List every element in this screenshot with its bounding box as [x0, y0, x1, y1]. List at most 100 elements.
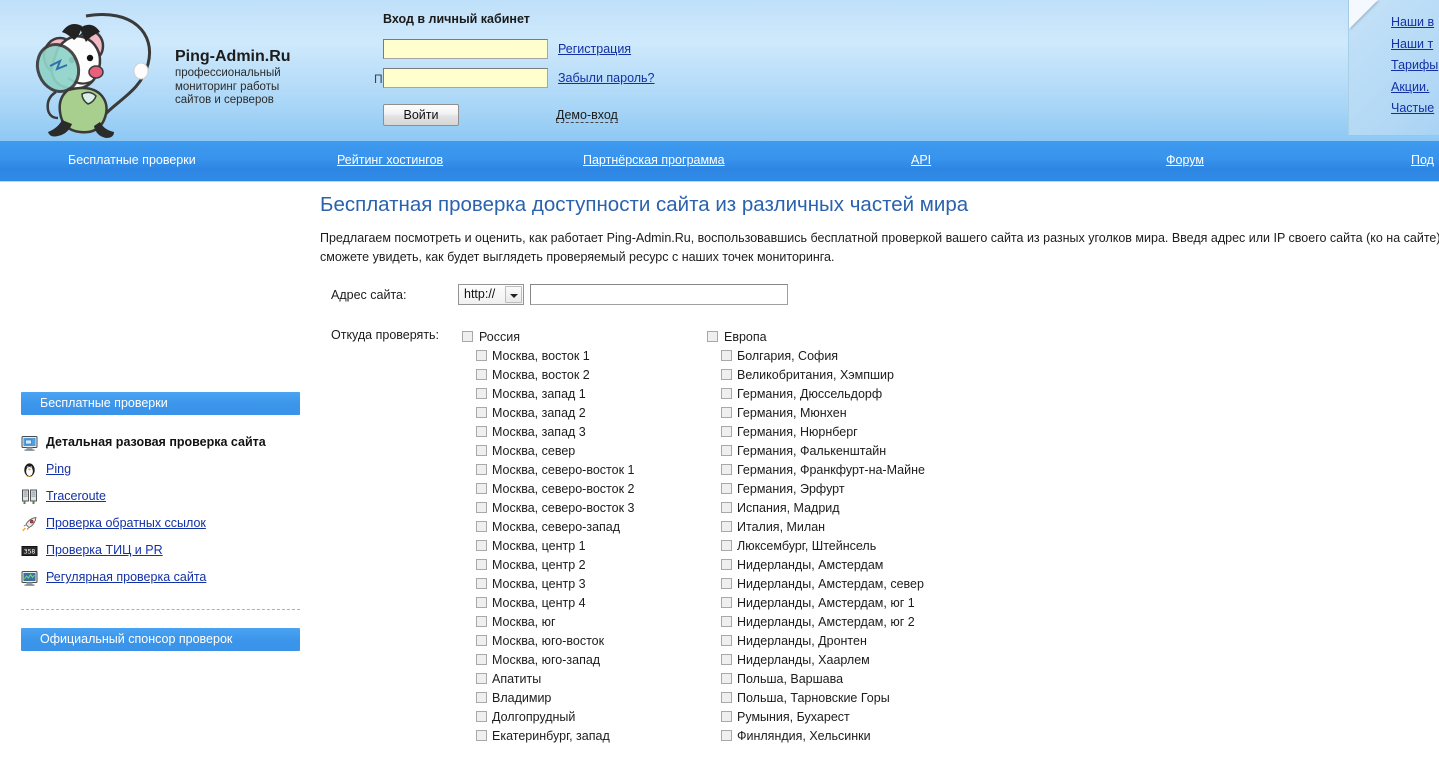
location-checkbox[interactable] — [476, 388, 487, 399]
sidebar-item-tic-pr-check[interactable]: 358 Проверка ТИЦ и PR — [21, 537, 301, 564]
location-row[interactable]: Долгопрудный — [462, 708, 702, 727]
location-checkbox[interactable] — [476, 540, 487, 551]
location-row[interactable]: Болгария, София — [707, 347, 1007, 366]
sidebar-item-backlinks-check[interactable]: Проверка обратных ссылок — [21, 510, 301, 537]
location-checkbox[interactable] — [476, 597, 487, 608]
location-row[interactable]: Москва, центр 1 — [462, 537, 702, 556]
location-row[interactable]: Москва, центр 3 — [462, 575, 702, 594]
location-row[interactable]: Екатеринбург, запад — [462, 727, 702, 746]
location-checkbox[interactable] — [476, 692, 487, 703]
address-input[interactable] — [530, 284, 788, 305]
location-row[interactable]: Москва, северо-восток 2 — [462, 480, 702, 499]
location-checkbox[interactable] — [721, 730, 732, 741]
location-checkbox[interactable] — [721, 616, 732, 627]
location-row[interactable]: Москва, юг — [462, 613, 702, 632]
location-checkbox[interactable] — [721, 711, 732, 722]
location-checkbox[interactable] — [476, 616, 487, 627]
location-checkbox[interactable] — [476, 483, 487, 494]
location-row[interactable]: Германия, Фалькенштайн — [707, 442, 1007, 461]
location-row[interactable]: Польша, Тарновские Горы — [707, 689, 1007, 708]
location-checkbox[interactable] — [476, 635, 487, 646]
location-checkbox[interactable] — [721, 597, 732, 608]
location-row[interactable]: Германия, Нюрнберг — [707, 423, 1007, 442]
register-link[interactable]: Регистрация — [558, 42, 631, 56]
location-checkbox[interactable] — [721, 388, 732, 399]
promo-link-4[interactable]: Частые — [1391, 98, 1439, 120]
password-input[interactable] — [383, 68, 548, 88]
nav-item-partner-program[interactable]: Партнёрская программа — [583, 153, 725, 167]
sidebar-item-label[interactable]: Проверка ТИЦ и PR — [46, 543, 163, 557]
location-row[interactable]: Италия, Милан — [707, 518, 1007, 537]
location-row[interactable]: Апатиты — [462, 670, 702, 689]
logo-block[interactable]: Ping-Admin.Ru профессиональный мониторин… — [18, 4, 308, 139]
promo-link-1[interactable]: Наши т — [1391, 34, 1439, 56]
location-checkbox[interactable] — [476, 369, 487, 380]
location-row[interactable]: Испания, Мадрид — [707, 499, 1007, 518]
location-row[interactable]: Москва, юго-восток — [462, 632, 702, 651]
location-row[interactable]: Москва, запад 3 — [462, 423, 702, 442]
location-row[interactable]: Нидерланды, Дронтен — [707, 632, 1007, 651]
login-submit-button[interactable]: Войти — [383, 104, 459, 126]
location-row[interactable]: Германия, Франкфурт-на-Майне — [707, 461, 1007, 480]
location-checkbox[interactable] — [476, 578, 487, 589]
location-checkbox[interactable] — [476, 654, 487, 665]
location-checkbox[interactable] — [476, 350, 487, 361]
promo-link-2[interactable]: Тарифы — [1391, 55, 1439, 77]
location-checkbox[interactable] — [721, 369, 732, 380]
nav-item-hosting-rating[interactable]: Рейтинг хостингов — [337, 153, 443, 167]
location-row[interactable]: Москва, запад 1 — [462, 385, 702, 404]
location-checkbox[interactable] — [476, 711, 487, 722]
nav-item-forum[interactable]: Форум — [1166, 153, 1204, 167]
location-checkbox[interactable] — [721, 445, 732, 456]
location-row[interactable]: Румыния, Бухарест — [707, 708, 1007, 727]
location-row[interactable]: Москва, северо-восток 1 — [462, 461, 702, 480]
location-row[interactable]: Нидерланды, Амстердам, север — [707, 575, 1007, 594]
location-row[interactable]: Великобритания, Хэмпшир — [707, 366, 1007, 385]
location-row[interactable]: Германия, Эрфурт — [707, 480, 1007, 499]
chevron-down-icon[interactable] — [505, 286, 522, 303]
location-row[interactable]: Нидерланды, Амстердам, юг 2 — [707, 613, 1007, 632]
sidebar-item-detailed-check[interactable]: Детальная разовая проверка сайта — [21, 429, 301, 456]
location-row[interactable]: Москва, восток 2 — [462, 366, 702, 385]
location-row[interactable]: Германия, Мюнхен — [707, 404, 1007, 423]
location-checkbox[interactable] — [721, 464, 732, 475]
location-row[interactable]: Польша, Варшава — [707, 670, 1007, 689]
location-row[interactable]: Германия, Дюссельдорф — [707, 385, 1007, 404]
nav-item-api[interactable]: API — [911, 153, 931, 167]
group-checkbox-europe[interactable] — [707, 331, 718, 342]
location-row[interactable]: Москва, центр 2 — [462, 556, 702, 575]
location-checkbox[interactable] — [721, 350, 732, 361]
location-row[interactable]: Москва, север — [462, 442, 702, 461]
location-checkbox[interactable] — [476, 464, 487, 475]
promo-link-0[interactable]: Наши в — [1391, 12, 1439, 34]
sidebar-item-label[interactable]: Регулярная проверка сайта — [46, 570, 206, 584]
promo-link-3[interactable]: Акции. — [1391, 77, 1439, 99]
location-row[interactable]: Москва, восток 1 — [462, 347, 702, 366]
group-header-europe[interactable]: Европа — [707, 328, 1007, 347]
sidebar-item-label[interactable]: Traceroute — [46, 489, 106, 503]
location-checkbox[interactable] — [721, 426, 732, 437]
protocol-select[interactable]: http:// — [458, 284, 524, 305]
location-row[interactable]: Москва, запад 2 — [462, 404, 702, 423]
forgot-password-link[interactable]: Забыли пароль? — [558, 71, 655, 85]
location-row[interactable]: Нидерланды, Амстердам, юг 1 — [707, 594, 1007, 613]
location-row[interactable]: Москва, северо-восток 3 — [462, 499, 702, 518]
sidebar-item-ping[interactable]: Ping — [21, 456, 301, 483]
location-checkbox[interactable] — [476, 730, 487, 741]
location-checkbox[interactable] — [721, 692, 732, 703]
location-checkbox[interactable] — [721, 502, 732, 513]
location-row[interactable]: Москва, северо-запад — [462, 518, 702, 537]
location-checkbox[interactable] — [721, 407, 732, 418]
location-checkbox[interactable] — [476, 407, 487, 418]
location-row[interactable]: Люксембург, Штейнсель — [707, 537, 1007, 556]
location-checkbox[interactable] — [476, 559, 487, 570]
location-checkbox[interactable] — [721, 578, 732, 589]
location-checkbox[interactable] — [476, 521, 487, 532]
login-input[interactable] — [383, 39, 548, 59]
sidebar-item-traceroute[interactable]: Traceroute — [21, 483, 301, 510]
location-checkbox[interactable] — [476, 502, 487, 513]
group-header-russia[interactable]: Россия — [462, 328, 702, 347]
location-checkbox[interactable] — [721, 521, 732, 532]
sidebar-item-label[interactable]: Ping — [46, 462, 71, 476]
location-row[interactable]: Нидерланды, Хаарлем — [707, 651, 1007, 670]
